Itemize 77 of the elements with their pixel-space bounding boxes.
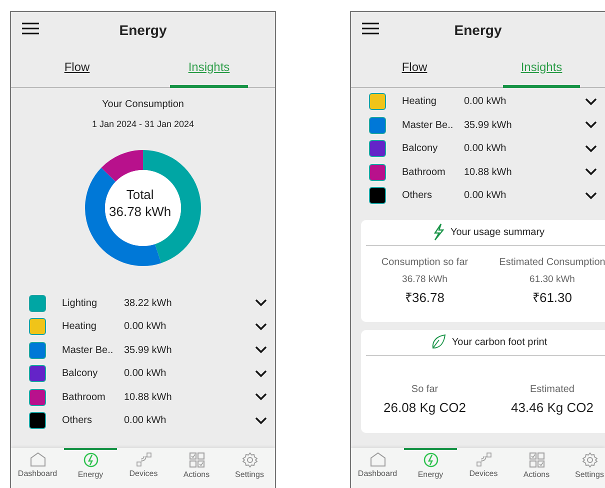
- stat-value: 43.46 Kg CO2: [510, 398, 594, 417]
- stat-sub: 61.30 kWh: [528, 272, 576, 286]
- room-value: 0.00 kWh: [124, 367, 168, 382]
- card-title: Your usage summary: [450, 226, 545, 240]
- room-value: 0.00 kWh: [464, 189, 508, 204]
- room-name: Balcony: [402, 142, 439, 156]
- tab[interactable]: Flow: [384, 48, 446, 88]
- nav-tab[interactable]: Dashboard: [11, 448, 64, 488]
- devices-icon: [476, 452, 492, 467]
- room-name: Bathroom: [62, 390, 106, 405]
- chevron-down-icon[interactable]: [255, 346, 267, 354]
- room-name: Balcony: [62, 367, 99, 382]
- room-value: 0.00 kWh: [124, 414, 168, 428]
- chevron-down-icon[interactable]: [585, 144, 597, 153]
- nav-tab[interactable]: Settings: [563, 448, 605, 488]
- room-name: Heating: [402, 95, 438, 110]
- stat-sub: 36.78 kWh: [401, 272, 448, 286]
- room-name: Bathroom: [402, 166, 446, 180]
- card-title: Your carbon foot print: [452, 336, 548, 350]
- chevron-down-icon[interactable]: [585, 121, 597, 130]
- settings-icon: [242, 452, 258, 468]
- tab[interactable]: Flow: [46, 48, 108, 88]
- actions-icon: [528, 452, 544, 468]
- nav-tab[interactable]: Energy: [404, 448, 457, 488]
- stat-value: ₹61.30: [531, 288, 574, 307]
- room-value: 35.99 kWh: [464, 118, 513, 133]
- total-value: 36.78 kWh: [109, 202, 172, 220]
- total-label: Total: [125, 186, 155, 202]
- room-name: Master Be..: [62, 344, 114, 358]
- stat-label: Estimated Consumption: [498, 256, 605, 270]
- home-icon: [370, 452, 386, 467]
- nav-tab[interactable]: Actions: [170, 448, 223, 488]
- room-value: 0.00 kWh: [464, 95, 508, 110]
- room-value: 0.00 kWh: [124, 320, 168, 334]
- room-value: 10.88 kWh: [124, 390, 173, 405]
- home-icon: [30, 452, 46, 467]
- room-value: 10.88 kWh: [464, 166, 513, 180]
- nav-tab[interactable]: Energy: [64, 448, 117, 488]
- section-title: Your Consumption: [101, 98, 185, 112]
- screen-title: Energy: [454, 20, 502, 40]
- nav-tab[interactable]: Devices: [117, 448, 170, 488]
- chevron-down-icon[interactable]: [585, 98, 597, 106]
- chevron-down-icon[interactable]: [255, 370, 267, 378]
- room-value: 38.22 kWh: [124, 296, 173, 311]
- room-name: Heating: [62, 320, 98, 334]
- chevron-down-icon[interactable]: [585, 192, 597, 200]
- room-name: Others: [62, 414, 94, 428]
- menu-icon[interactable]: [362, 22, 379, 35]
- energy-icon: [422, 452, 438, 468]
- chevron-down-icon[interactable]: [255, 393, 267, 402]
- nav-tab[interactable]: Actions: [510, 448, 563, 488]
- devices-icon: [136, 452, 152, 467]
- room-name: Master Be..: [402, 118, 454, 133]
- menu-icon[interactable]: [22, 22, 39, 35]
- nav-tab[interactable]: Settings: [223, 448, 275, 488]
- date-range: 1 Jan 2024 - 31 Jan 2024: [90, 118, 196, 131]
- lightning-icon: [432, 223, 444, 241]
- nav-tab[interactable]: Dashboard: [351, 448, 404, 488]
- stat-label: So far: [410, 382, 440, 396]
- settings-icon: [582, 452, 598, 468]
- room-value: 35.99 kWh: [124, 344, 173, 358]
- leaf-icon: [430, 334, 446, 350]
- stat-value: 26.08 Kg CO2: [382, 398, 467, 417]
- room-name: Others: [402, 189, 434, 204]
- chevron-down-icon[interactable]: [255, 322, 267, 331]
- stat-label: Estimated: [529, 382, 576, 396]
- screen-title: Energy: [119, 20, 167, 40]
- chevron-down-icon[interactable]: [255, 299, 267, 308]
- chevron-down-icon[interactable]: [255, 416, 267, 425]
- stat-label: Consumption so far: [380, 256, 470, 270]
- energy-icon: [82, 452, 98, 468]
- room-name: Lighting: [62, 296, 98, 311]
- actions-icon: [188, 452, 204, 468]
- chevron-down-icon[interactable]: [585, 168, 597, 176]
- room-value: 0.00 kWh: [464, 142, 508, 156]
- stat-value: ₹36.78: [404, 288, 446, 307]
- nav-tab[interactable]: Devices: [457, 448, 510, 488]
